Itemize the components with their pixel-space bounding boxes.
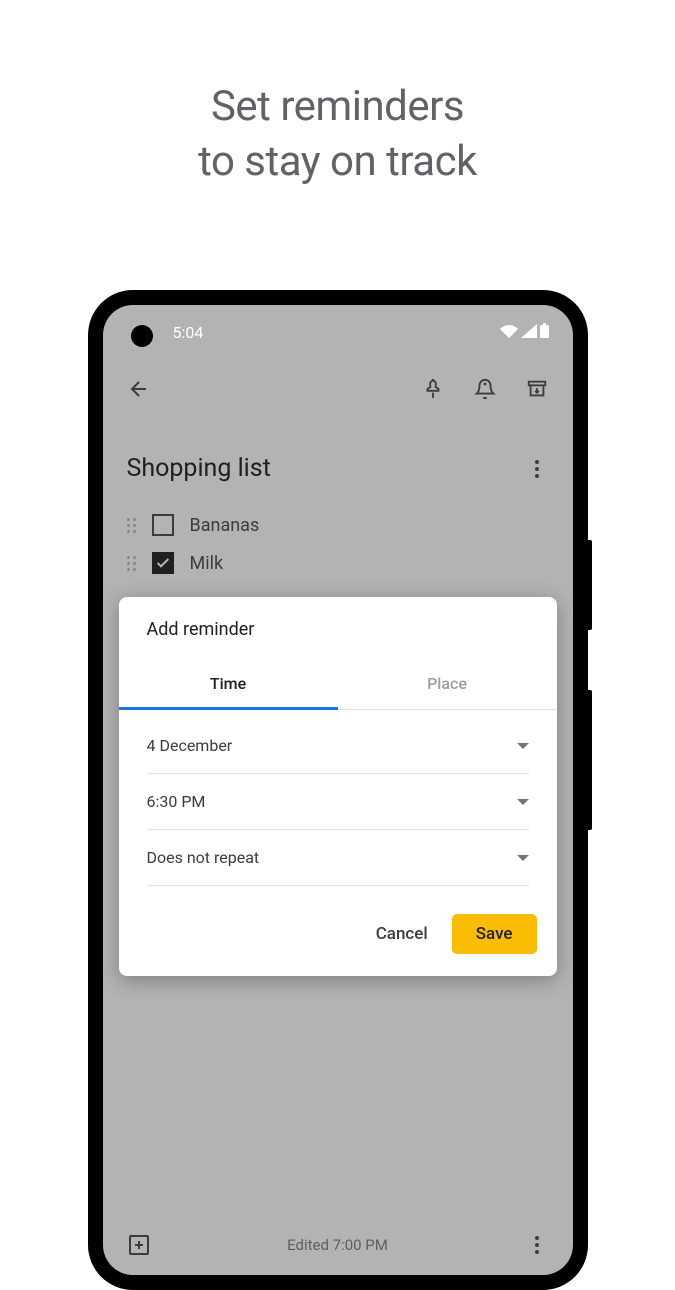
time-field[interactable]: 6:30 PM bbox=[147, 774, 529, 830]
tab-time[interactable]: Time bbox=[119, 658, 338, 709]
list-item-text[interactable]: Bananas bbox=[190, 515, 260, 536]
list-item[interactable]: Bananas bbox=[127, 506, 549, 544]
back-button[interactable] bbox=[127, 377, 151, 401]
phone-frame: 5:04 bbox=[88, 290, 588, 1290]
signal-icon bbox=[521, 323, 537, 342]
note-title[interactable]: Shopping list bbox=[127, 454, 271, 483]
camera-hole bbox=[131, 325, 153, 347]
dialog-fields: 4 December 6:30 PM Does not repeat bbox=[119, 710, 557, 886]
chevron-down-icon bbox=[517, 792, 529, 811]
time-value: 6:30 PM bbox=[147, 792, 206, 811]
drag-handle-icon[interactable] bbox=[127, 556, 136, 571]
status-bar: 5:04 bbox=[103, 305, 573, 352]
cancel-button[interactable]: Cancel bbox=[360, 914, 444, 954]
dialog-tabs: Time Place bbox=[119, 658, 557, 710]
repeat-value: Does not repeat bbox=[147, 848, 260, 867]
edited-timestamp: Edited 7:00 PM bbox=[287, 1236, 388, 1254]
dialog-title: Add reminder bbox=[119, 597, 557, 658]
repeat-field[interactable]: Does not repeat bbox=[147, 830, 529, 886]
headline-line-2: to stay on track bbox=[0, 135, 675, 190]
save-button[interactable]: Save bbox=[452, 914, 537, 954]
reminder-icon[interactable] bbox=[473, 377, 497, 401]
bottom-more-button[interactable] bbox=[525, 1233, 549, 1257]
pin-icon[interactable] bbox=[421, 377, 445, 401]
wifi-icon bbox=[500, 323, 518, 342]
chevron-down-icon bbox=[517, 848, 529, 867]
note-header: Shopping list bbox=[103, 416, 573, 498]
battery-icon bbox=[540, 323, 549, 342]
more-options-button[interactable] bbox=[525, 457, 549, 481]
date-field[interactable]: 4 December bbox=[147, 718, 529, 774]
app-toolbar bbox=[103, 352, 573, 416]
list-item[interactable]: Milk bbox=[127, 544, 549, 582]
status-time: 5:04 bbox=[173, 323, 204, 342]
add-reminder-dialog: Add reminder Time Place 4 December 6:30 … bbox=[119, 597, 557, 976]
phone-screen: 5:04 bbox=[103, 305, 573, 1275]
tab-place[interactable]: Place bbox=[338, 658, 557, 709]
phone-side-button-top bbox=[588, 540, 592, 630]
checkbox-checked[interactable] bbox=[152, 552, 174, 574]
date-value: 4 December bbox=[147, 736, 233, 755]
promo-headline: Set reminders to stay on track bbox=[0, 0, 675, 189]
list-item-text[interactable]: Milk bbox=[190, 553, 224, 574]
dialog-actions: Cancel Save bbox=[119, 886, 557, 976]
headline-line-1: Set reminders bbox=[0, 80, 675, 135]
add-button[interactable] bbox=[127, 1233, 151, 1257]
bottom-bar: Edited 7:00 PM bbox=[103, 1215, 573, 1275]
drag-handle-icon[interactable] bbox=[127, 518, 136, 533]
checklist: Bananas Milk bbox=[103, 498, 573, 590]
chevron-down-icon bbox=[517, 736, 529, 755]
phone-side-button-bottom bbox=[588, 690, 592, 830]
archive-icon[interactable] bbox=[525, 377, 549, 401]
checkbox[interactable] bbox=[152, 514, 174, 536]
